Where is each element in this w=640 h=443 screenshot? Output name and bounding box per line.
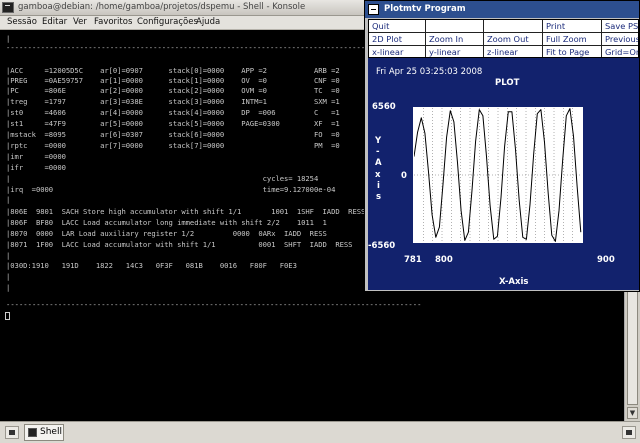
plotmtv-window-title: Plotmtv Program: [384, 4, 466, 14]
y-tick-label: -6560: [368, 241, 396, 251]
y-tick-label: 6560: [372, 102, 396, 112]
x-tick-label: 900: [597, 255, 615, 265]
plot-title: PLOT: [495, 78, 520, 88]
zoom-out-button[interactable]: Zoom Out: [484, 33, 543, 46]
terminal-separator: ----------------------------------------…: [6, 300, 422, 309]
fit-to-page-button[interactable]: Fit to Page: [543, 46, 602, 57]
x-tick-label: 800: [435, 255, 453, 265]
2d-plot-button[interactable]: 2D Plot: [369, 33, 426, 46]
terminal-line: |treg =1797 ar[3]=038E stack[3]=0000 INT…: [6, 97, 340, 106]
terminal-line: |: [6, 34, 11, 43]
menu-editar[interactable]: Editar: [42, 17, 67, 27]
terminal-line: |st0 =4606 ar[4]=0000 stack[4]=0000 DP =…: [6, 108, 340, 117]
y-axis-label-char: A: [375, 158, 382, 168]
terminal-line: |8071 1F00 LACC Load accumulator with sh…: [6, 240, 353, 249]
plot-svg: [413, 108, 582, 242]
terminal-line: |irq =0000 time=9.127000e-04: [6, 185, 336, 194]
plot-menu-grid: Quit Print Save PS 2D Plot Zoom In Zoom …: [368, 19, 639, 58]
menu-sessao[interactable]: Sessão: [7, 17, 37, 27]
full-zoom-button[interactable]: Full Zoom: [543, 33, 602, 46]
shell-icon: [28, 428, 37, 437]
plotmtv-title-bar[interactable]: Plotmtv Program: [365, 1, 639, 18]
new-tab-icon[interactable]: [5, 426, 19, 439]
terminal-cursor: [5, 312, 10, 320]
terminal-line: |mstack =8095 ar[6]=0307 stack[6]=0000 F…: [6, 130, 340, 139]
y-axis-label-char: i: [377, 181, 380, 191]
previous-button[interactable]: Previous: [602, 33, 638, 46]
tab-shell[interactable]: Shell: [24, 424, 64, 441]
terminal-line: | cycles= 18254: [6, 174, 319, 183]
zoom-in-button[interactable]: Zoom In: [426, 33, 484, 46]
menu-empty-cell: [484, 20, 543, 33]
terminal-line: |st1 =47F9 ar[5]=0000 stack[5]=0000 PAGE…: [6, 119, 340, 128]
y-linear-button[interactable]: y-linear: [426, 46, 484, 57]
terminal-separator: ----------------------------------------…: [6, 43, 422, 52]
x-axis-label: X-Axis: [499, 277, 529, 287]
menu-ver[interactable]: Ver: [73, 17, 87, 27]
menu-ajuda[interactable]: Ajuda: [196, 17, 220, 27]
scroll-down-icon[interactable]: ▼: [627, 407, 638, 419]
terminal-line: |PREG =0AE59757 ar[1]=0000 stack[1]=0000…: [6, 76, 340, 85]
close-tab-icon[interactable]: [622, 426, 636, 439]
terminal-line: |rptc =0000 ar[7]=0000 stack[7]=0000 PM …: [6, 141, 340, 150]
grid-toggle-button[interactable]: Grid=On: [602, 46, 638, 57]
terminal-line: |imr =0000: [6, 152, 66, 161]
x-linear-button[interactable]: x-linear: [369, 46, 426, 57]
plot-date: Fri Apr 25 03:25:03 2008: [376, 67, 483, 77]
terminal-line: |ACC =12005D5C ar[0]=0907 stack[0]=0000 …: [6, 66, 340, 75]
save-ps-button[interactable]: Save PS: [602, 20, 638, 33]
y-axis-label-char: s: [376, 192, 382, 202]
terminal-line: |ifr =0000: [6, 163, 66, 172]
plotmtv-window: Plotmtv Program Quit Print Save PS 2D Pl…: [364, 0, 640, 292]
print-button[interactable]: Print: [543, 20, 602, 33]
terminal-line: |806E 9801 SACH Store high accumulator w…: [6, 207, 366, 216]
konsole-tab-bar: Shell: [0, 421, 640, 443]
terminal-line: |: [6, 283, 11, 292]
y-axis-label-char: x: [375, 170, 381, 180]
x-tick-label: 781: [404, 255, 422, 265]
plot-area[interactable]: [413, 107, 583, 243]
terminal-line: |806F BF80 LACC Load accumulator long im…: [6, 218, 327, 227]
konsole-window-title: gamboa@debian: /home/gamboa/projetos/dsp…: [18, 2, 306, 12]
menu-empty-cell: [426, 20, 484, 33]
terminal-line: |030D:1910 191D 1822 14C3 0F3F 081B 0016…: [6, 261, 297, 270]
y-axis-label-char: Y: [375, 136, 382, 146]
terminal-line: |: [6, 272, 11, 281]
terminal-line: |: [6, 251, 11, 260]
tab-shell-label: Shell: [40, 427, 62, 437]
y-axis-label-char: -: [376, 147, 380, 157]
terminal-icon: [2, 2, 14, 13]
plot-canvas[interactable]: Fri Apr 25 03:25:03 2008 PLOT 6560 0 -65…: [368, 58, 639, 290]
menu-configuracoes[interactable]: Configurações: [137, 17, 198, 27]
quit-button[interactable]: Quit: [369, 20, 426, 33]
terminal-line: |8070 0000 LAR Load auxiliary register 1…: [6, 229, 327, 238]
y-tick-label: 0: [401, 171, 407, 181]
window-menu-icon[interactable]: [368, 4, 379, 15]
terminal-line: |PC =806E ar[2]=0000 stack[2]=0000 OVM =…: [6, 86, 340, 95]
terminal-line: |: [6, 195, 11, 204]
z-linear-button[interactable]: z-linear: [484, 46, 543, 57]
menu-favoritos[interactable]: Favoritos: [94, 17, 132, 27]
